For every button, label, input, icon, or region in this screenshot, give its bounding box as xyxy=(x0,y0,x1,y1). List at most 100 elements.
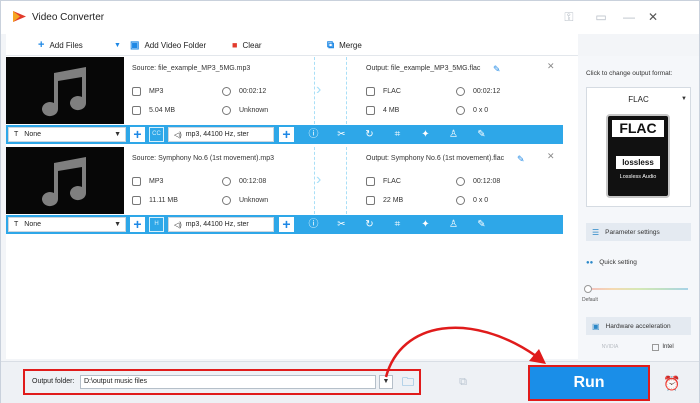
effect-icon[interactable]: ✦ xyxy=(419,218,432,231)
speaker-icon: ◁) xyxy=(174,131,182,139)
info-icon[interactable]: ⓘ xyxy=(307,218,320,231)
add-files-dropdown[interactable]: ▼ xyxy=(114,39,126,51)
subtitle-select[interactable]: T None ▼ xyxy=(8,217,126,232)
divider xyxy=(346,57,347,124)
folder-icon xyxy=(366,106,375,115)
add-subtitle-button[interactable]: + xyxy=(130,217,145,232)
add-audio-button[interactable]: + xyxy=(279,217,294,232)
row-action-bar: T None ▼ + H ◁) mp3, 44100 Hz, ster + ⓘ … xyxy=(6,215,563,234)
intel-label: Intel xyxy=(662,344,674,350)
crop-icon[interactable]: ⌗ xyxy=(391,128,404,141)
subtitle-edit-icon[interactable]: ✎ xyxy=(475,128,488,141)
source-resolution: Unknown xyxy=(222,106,268,115)
divider xyxy=(314,57,315,124)
add-subtitle-button[interactable]: + xyxy=(130,127,145,142)
output-format: FLAC xyxy=(366,87,401,96)
hardware-acceleration-button[interactable]: ▣ Hardware acceleration xyxy=(586,317,691,335)
intel-checkbox[interactable] xyxy=(652,343,660,351)
remove-file-icon[interactable]: ✕ xyxy=(547,151,555,162)
edit-name-icon[interactable]: ✎ xyxy=(517,154,525,165)
file-row: Source: Symphony No.6 (1st movement).mp3… xyxy=(6,147,563,237)
source-format: MP3 xyxy=(132,177,163,186)
output-name: Output: file_example_MP3_5MG.flac xyxy=(366,65,481,72)
minimize-icon[interactable]: — xyxy=(621,9,637,25)
watermark-icon[interactable]: ♙ xyxy=(447,218,460,231)
clock-icon xyxy=(222,177,231,186)
info-icon[interactable]: ⓘ xyxy=(307,128,320,141)
app-logo-icon xyxy=(13,11,26,22)
arrow-icon: › xyxy=(316,81,322,98)
alarm-clock-icon[interactable]: ⏰ xyxy=(663,374,681,392)
subtitle-select[interactable]: T None ▼ xyxy=(8,127,126,142)
source-duration: 00:02:12 xyxy=(222,87,266,96)
plus-icon: + xyxy=(38,39,45,51)
merge-icon: ⧉ xyxy=(327,39,335,51)
hardware-acceleration-label: Hardware acceleration xyxy=(605,322,671,330)
source-resolution: Unknown xyxy=(222,196,268,205)
resolution-icon xyxy=(456,106,465,115)
clear-button[interactable]: ■ Clear xyxy=(232,39,262,51)
subtitle-edit-icon[interactable]: ✎ xyxy=(475,218,488,231)
trim-icon[interactable]: ✂ xyxy=(335,218,348,231)
audio-track-select[interactable]: ◁) mp3, 44100 Hz, ster xyxy=(168,127,274,142)
hd-icon[interactable]: H xyxy=(149,217,164,232)
merge-button[interactable]: ⧉ Merge xyxy=(327,39,362,51)
close-icon[interactable]: ✕ xyxy=(645,9,661,25)
folder-icon xyxy=(132,106,141,115)
quality-slider[interactable] xyxy=(588,288,688,290)
crop-icon[interactable]: ⌗ xyxy=(391,218,404,231)
add-video-folder-button[interactable]: ▣ Add Video Folder xyxy=(130,39,206,51)
trim-icon[interactable]: ✂ xyxy=(335,128,348,141)
nvidia-label: NVIDIA xyxy=(601,344,619,350)
annotation-box-run xyxy=(528,365,650,401)
arrow-icon: › xyxy=(316,171,322,188)
effect-icon[interactable]: ✦ xyxy=(419,128,432,141)
chevron-down-icon: ▼ xyxy=(114,41,121,49)
divider xyxy=(346,147,347,214)
parameter-settings-button[interactable]: ☰ Parameter settings xyxy=(586,223,691,241)
source-name: Source: Symphony No.6 (1st movement).mp3 xyxy=(132,155,275,162)
feedback-icon[interactable]: ▭ xyxy=(593,9,609,25)
clock-icon xyxy=(456,177,465,186)
cc-icon[interactable]: CC xyxy=(149,127,164,142)
music-note-icon xyxy=(42,157,87,207)
add-files-button[interactable]: + Add Files xyxy=(38,39,83,51)
music-note-icon xyxy=(42,67,87,117)
flac-badge-icon: FLAC lossless Lossless Audio xyxy=(606,114,670,198)
merge-output-icon[interactable]: ⧉ xyxy=(455,374,471,390)
edit-name-icon[interactable]: ✎ xyxy=(493,64,501,75)
key-icon[interactable]: ⚿ xyxy=(561,9,577,25)
audio-value: mp3, 44100 Hz, ster xyxy=(185,131,249,138)
slider-knob[interactable] xyxy=(584,285,592,293)
subtitle-t-icon: T xyxy=(14,221,19,228)
toolbar: + Add Files ▼ ▣ Add Video Folder ■ Clear… xyxy=(6,34,578,56)
format-selector[interactable]: FLAC ▼ FLAC lossless Lossless Audio xyxy=(586,87,691,207)
chevron-down-icon: ▼ xyxy=(114,131,121,138)
rotate-icon[interactable]: ↻ xyxy=(363,218,376,231)
nvidia-option[interactable]: NVIDIA xyxy=(586,340,634,354)
watermark-icon[interactable]: ♙ xyxy=(447,128,460,141)
clock-icon xyxy=(456,87,465,96)
badge-sub: Lossless Audio xyxy=(619,174,657,180)
app-window: Video Converter ⚿ ▭ — ✕ + Add Files ▼ ▣ … xyxy=(0,0,700,403)
add-audio-button[interactable]: + xyxy=(279,127,294,142)
subtitle-value: None xyxy=(24,221,42,228)
resolution-icon xyxy=(222,196,231,205)
source-format: MP3 xyxy=(132,87,163,96)
source-size: 5.04 MB xyxy=(132,106,175,115)
row-action-bar: T None ▼ + CC ◁) mp3, 44100 Hz, ster + ⓘ… xyxy=(6,125,563,144)
source-duration: 00:12:08 xyxy=(222,177,266,186)
rotate-icon[interactable]: ↻ xyxy=(363,128,376,141)
resolution-icon xyxy=(222,106,231,115)
format-icon xyxy=(132,177,141,186)
audio-track-select[interactable]: ◁) mp3, 44100 Hz, ster xyxy=(168,217,274,232)
folder-plus-icon: ▣ xyxy=(130,39,140,51)
bullet-icon: ●● xyxy=(586,259,594,266)
chevron-down-icon: ▼ xyxy=(114,221,121,228)
source-name: Source: file_example_MP3_5MG.mp3 xyxy=(132,65,251,72)
folder-icon xyxy=(366,196,375,205)
intel-option[interactable]: Intel xyxy=(638,340,688,354)
remove-file-icon[interactable]: ✕ xyxy=(547,61,555,72)
output-format-panel: Click to change output format: FLAC ▼ FL… xyxy=(578,56,699,361)
folder-icon xyxy=(132,196,141,205)
